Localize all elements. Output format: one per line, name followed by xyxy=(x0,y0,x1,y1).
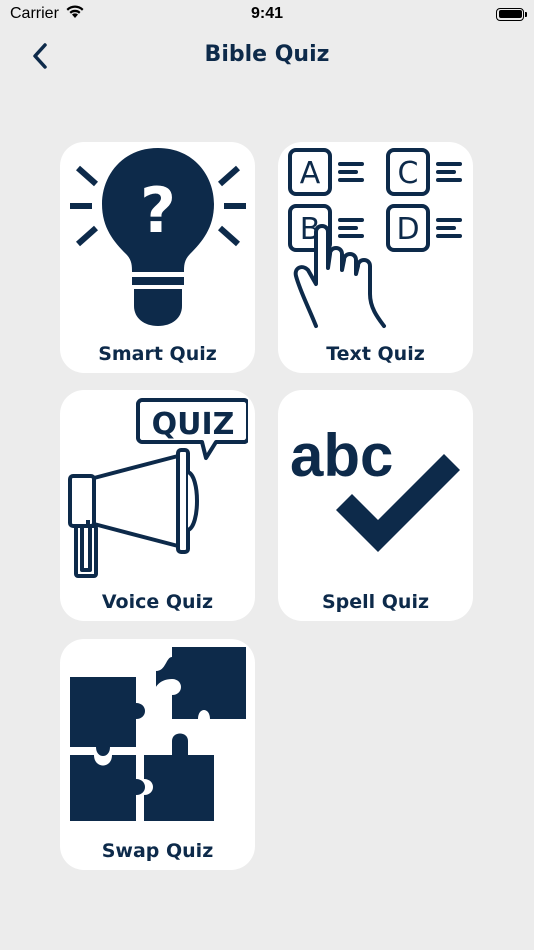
screen: Carrier 9:41 Bible Quiz ? Smart Quiz A C… xyxy=(0,0,534,950)
choice-a: A xyxy=(300,156,321,191)
status-bar: Carrier 9:41 xyxy=(0,0,534,28)
smart-quiz-card[interactable]: ? Smart Quiz xyxy=(60,142,255,373)
voice-quiz-label: Voice Quiz xyxy=(101,591,214,613)
swap-quiz-card[interactable]: Swap Quiz xyxy=(60,639,255,870)
abcd-choices-icon: A C B D xyxy=(288,148,462,328)
text-quiz-label: Text Quiz xyxy=(326,343,425,365)
choice-d: D xyxy=(396,212,419,247)
megaphone-quiz-icon: QUIZ xyxy=(68,398,248,578)
question-mark: ? xyxy=(140,174,176,247)
status-time: 9:41 xyxy=(250,5,284,22)
puzzle-pieces-icon xyxy=(70,647,246,821)
voice-quiz-card[interactable]: QUIZ Voice Quiz xyxy=(60,390,255,621)
abc-checkmark-icon: abc xyxy=(290,422,460,552)
smart-quiz-label: Smart Quiz xyxy=(98,343,217,365)
battery-icon xyxy=(496,7,527,21)
page-title: Bible Quiz xyxy=(204,42,330,67)
navigation-bar: Bible Quiz xyxy=(0,28,534,84)
lightbulb-question-icon: ? xyxy=(70,148,246,326)
spell-quiz-card[interactable]: abc Spell Quiz xyxy=(278,390,473,621)
quiz-bubble-text: QUIZ xyxy=(152,407,235,442)
abc-text: abc xyxy=(290,422,393,489)
spell-quiz-label: Spell Quiz xyxy=(321,591,430,613)
choice-c: C xyxy=(398,156,419,191)
text-quiz-card[interactable]: A C B D Text Quiz xyxy=(278,142,473,373)
swap-quiz-label: Swap Quiz xyxy=(101,840,214,862)
